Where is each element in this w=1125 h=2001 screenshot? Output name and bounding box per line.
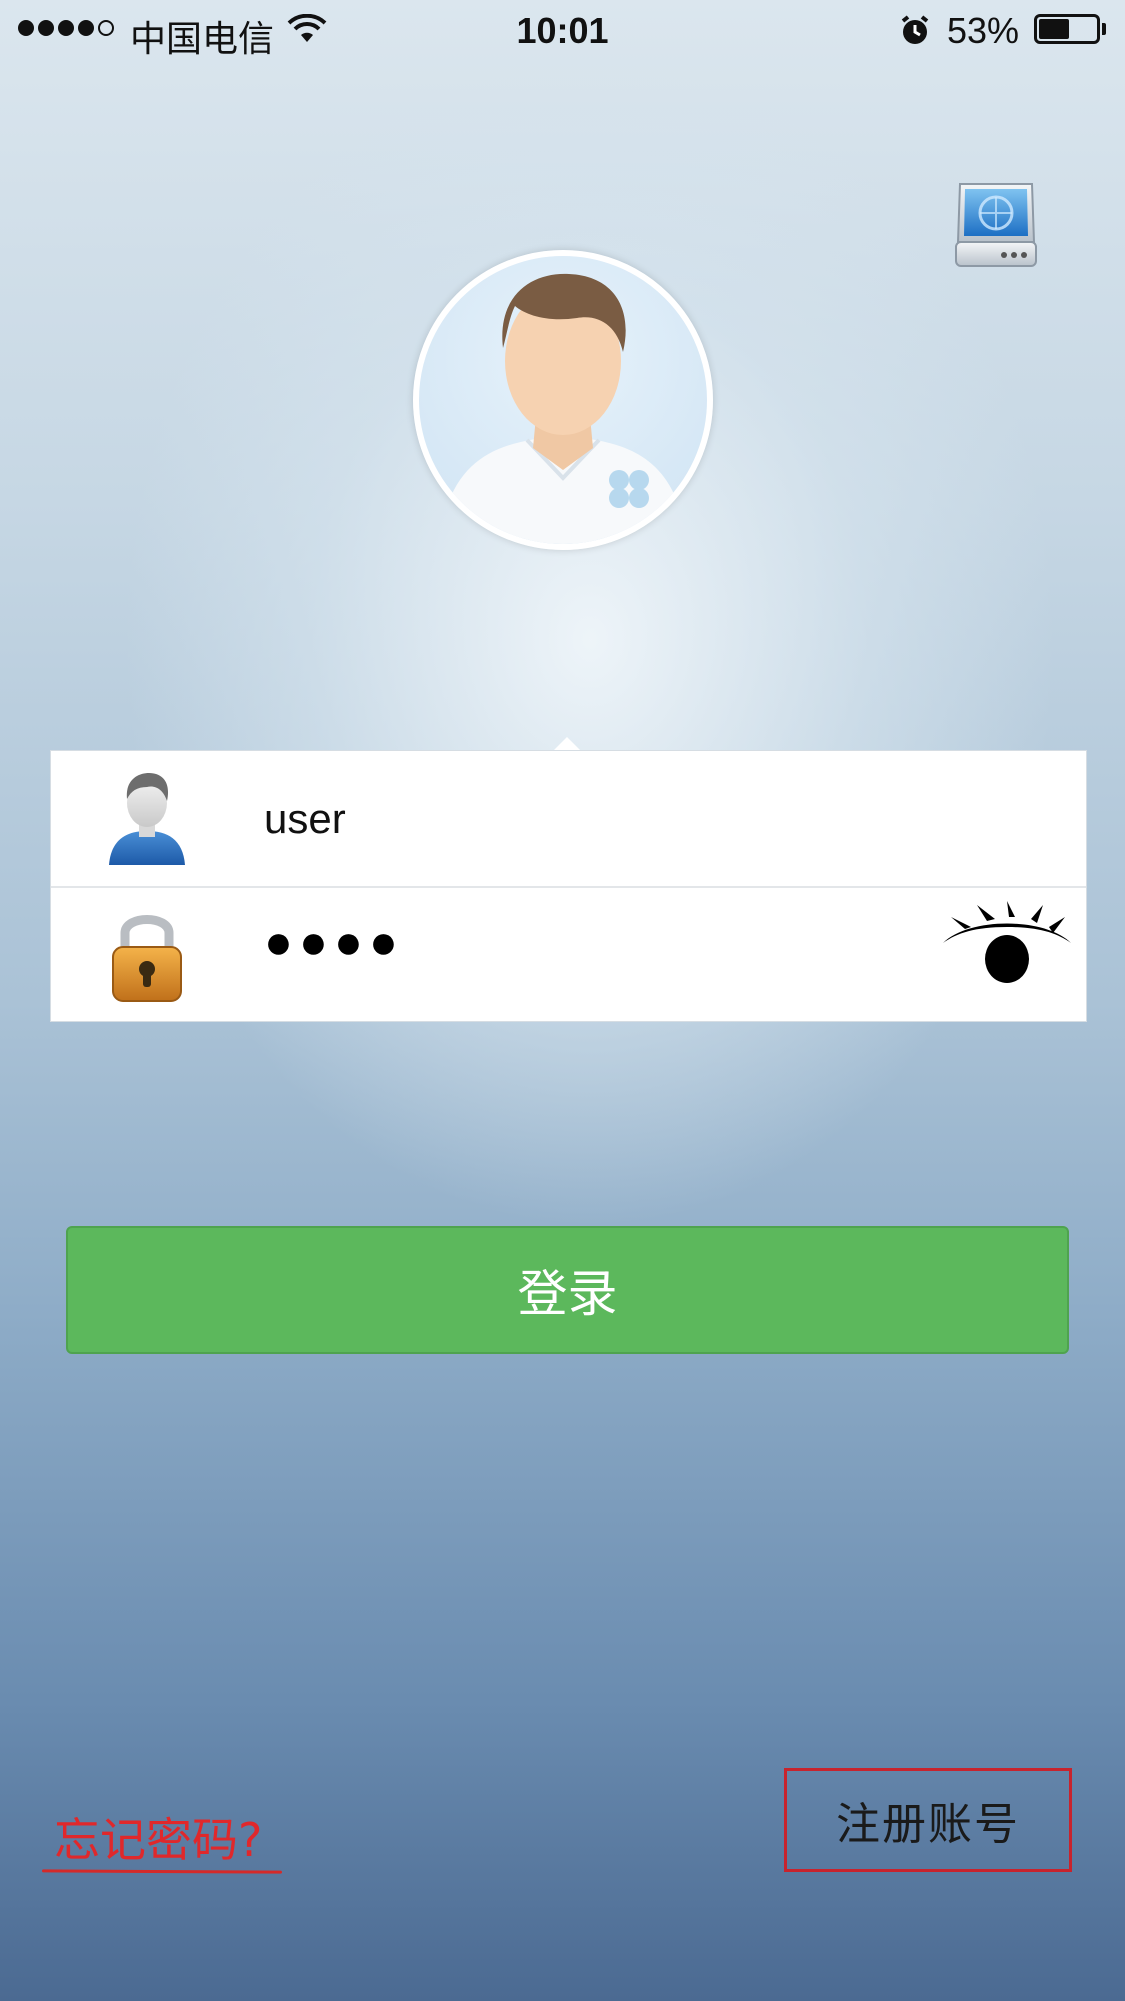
login-form: user ●●●● [50, 750, 1087, 1022]
battery-nub [1102, 23, 1106, 35]
eye-show-password-icon[interactable] [939, 897, 1075, 997]
lock-icon [112, 915, 182, 1002]
password-field[interactable]: ●●●● [51, 887, 1086, 1022]
alarm-icon [901, 15, 929, 44]
register-account-label: 注册账号 [836, 1799, 1020, 1850]
user-avatar [413, 250, 713, 550]
login-button[interactable]: 登录 [66, 1226, 1069, 1354]
forgot-password-underline [41, 1869, 283, 1874]
battery-percentage: 53% [947, 10, 1020, 51]
card-notch [553, 737, 581, 751]
forgot-password-link[interactable]: 忘记密码? [54, 1804, 262, 1870]
server-settings-icon[interactable] [954, 180, 1038, 270]
status-bar: 中国电信 10:01 53% [0, 0, 1125, 62]
username-input[interactable]: user [264, 795, 346, 843]
password-input[interactable]: ●●●● [264, 915, 404, 970]
battery-icon [1034, 14, 1100, 44]
default-avatar-icon [439, 273, 687, 544]
register-account-button[interactable]: 注册账号 [784, 1768, 1072, 1872]
user-icon [109, 773, 185, 865]
username-field[interactable]: user [51, 751, 1086, 888]
